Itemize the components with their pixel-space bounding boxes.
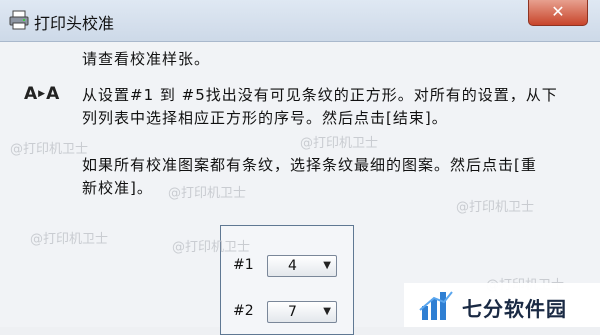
instruction-line: 新校准]。 xyxy=(82,179,153,197)
setting-2-dropdown[interactable]: 7 ▼ xyxy=(267,301,337,323)
setting-label: #2 xyxy=(233,303,254,319)
watermark-text: @打印机卫士 xyxy=(300,136,379,151)
watermark-text: @打印机卫士 xyxy=(10,142,89,157)
title-bar: 打印头校准 ✕ xyxy=(0,0,600,42)
instruction-line: 如果所有校准图案都有条纹，选择条纹最细的图案。然后点击[重 xyxy=(82,156,537,174)
window-title: 打印头校准 xyxy=(34,14,115,33)
chevron-down-icon: ▼ xyxy=(323,306,331,317)
brand-name: 七分软件园 xyxy=(462,297,567,321)
chevron-down-icon: ▼ xyxy=(323,260,331,271)
bar-chart-logo-icon xyxy=(419,291,453,320)
setting-label: #1 xyxy=(233,257,254,273)
printer-icon xyxy=(9,10,29,30)
watermark-text: @打印机卫士 xyxy=(172,240,251,255)
close-button[interactable]: ✕ xyxy=(528,0,588,26)
dropdown-value: 7 xyxy=(288,304,297,320)
watermark-text: @打印机卫士 xyxy=(30,232,109,247)
instruction-heading: 请查看校准样张。 xyxy=(82,50,211,68)
brand-badge: 七分软件园 xyxy=(404,283,600,327)
instruction-line: 从设置#1 到 #5找出没有可见条纹的正方形。对所有的设置，从下 xyxy=(82,86,558,104)
watermark-text: @打印机卫士 xyxy=(168,186,247,201)
watermark-text: @打印机卫士 xyxy=(456,200,535,215)
instruction-line: 列列表中选择相应正方形的序号。然后点击[结束]。 xyxy=(82,109,448,127)
setting-1-dropdown[interactable]: 4 ▼ xyxy=(267,255,337,277)
dropdown-value: 4 xyxy=(288,258,297,274)
alignment-icon: A▶A xyxy=(24,84,60,104)
